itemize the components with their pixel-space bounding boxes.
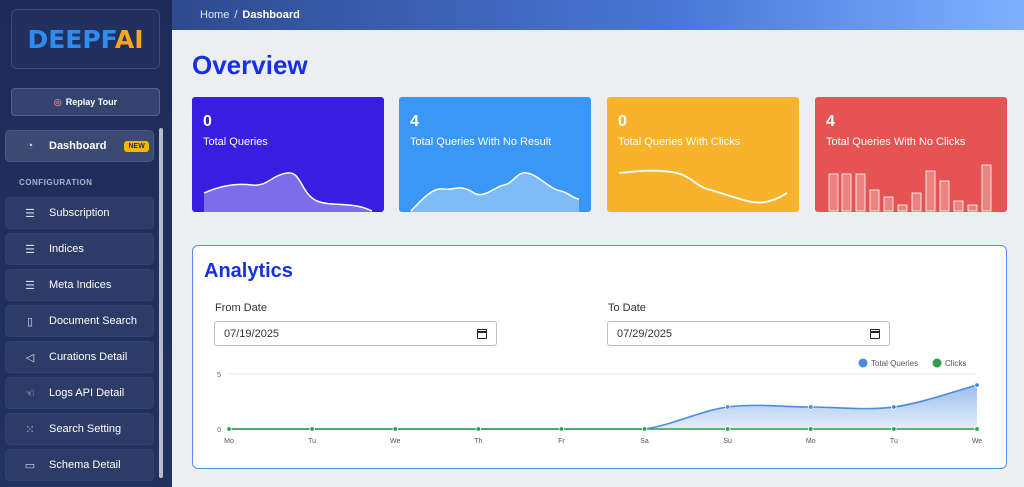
hand-pointer-icon: ☜ xyxy=(25,387,35,400)
sidebar-scrollbar[interactable] xyxy=(159,128,163,478)
new-badge: NEW xyxy=(124,140,149,152)
data-point-clicks xyxy=(226,426,232,432)
legend-marker xyxy=(932,358,942,368)
data-point-total-queries xyxy=(808,404,814,410)
sidebar-item-meta-indices[interactable]: ☰ Meta Indices xyxy=(5,269,154,301)
grid-dots-icon: ⁙ xyxy=(25,423,35,436)
sidebar-item-label: Meta Indices xyxy=(49,279,112,291)
stat-value: 4 xyxy=(826,113,835,130)
back-circle-icon: ◁ xyxy=(25,351,35,364)
sidebar-item-label: Subscription xyxy=(49,207,110,219)
sidebar-item-subscription[interactable]: ☰ Subscription xyxy=(5,197,154,229)
data-point-total-queries xyxy=(891,404,897,410)
x-tick-label: We xyxy=(390,438,400,445)
x-tick-label: Tu xyxy=(890,438,898,445)
list-icon: ☰ xyxy=(25,279,35,292)
sidebar-item-label: Dashboard xyxy=(49,140,107,152)
stat-label: Total Queries With No Clicks xyxy=(826,136,966,148)
x-tick-label: Th xyxy=(474,438,482,445)
list-icon: ☰ xyxy=(25,243,35,256)
stat-value: 0 xyxy=(618,113,627,130)
replay-tour-button[interactable]: ◎ Replay Tour xyxy=(11,88,160,116)
sidebar-item-search-setting[interactable]: ⁙ Search Setting xyxy=(5,413,154,445)
sidebar-item-document-search[interactable]: ▯ Document Search xyxy=(5,305,154,337)
document-icon: ▯ xyxy=(26,315,34,328)
sparkline xyxy=(410,172,580,212)
sidebar-item-label: Search Setting xyxy=(49,423,122,435)
top-bar: Home / Dashboard xyxy=(172,0,1024,30)
x-tick-label: Mo xyxy=(806,438,816,445)
data-point-clicks xyxy=(808,426,814,432)
stat-card-no-clicks: 4 Total Queries With No Clicks xyxy=(815,97,1007,212)
stat-label: Total Queries With Clicks xyxy=(618,136,741,148)
breadcrumb-current: Dashboard xyxy=(242,9,300,21)
logo-text-part1: DEEP xyxy=(27,24,101,54)
data-point-total-queries xyxy=(974,382,980,388)
x-tick-label: Tu xyxy=(308,438,316,445)
sidebar-item-label: Indices xyxy=(49,243,84,255)
data-point-clicks xyxy=(724,426,731,432)
target-icon: ◎ xyxy=(53,96,62,107)
stat-value: 4 xyxy=(410,113,419,130)
stat-card-with-clicks: 0 Total Queries With Clicks xyxy=(607,97,799,212)
sparkline xyxy=(618,169,788,204)
stat-card-total-queries: 0 Total Queries xyxy=(192,97,384,212)
x-tick-label: We xyxy=(972,438,982,445)
x-tick-label: Mo xyxy=(224,438,234,445)
monitor-icon: ▭ xyxy=(24,459,36,472)
sidebar: DEEPFAI ◎ Replay Tour ◔ Dashboard NEW CO… xyxy=(0,0,172,487)
data-point-clicks xyxy=(392,426,398,432)
stat-value: 0 xyxy=(203,113,212,130)
sparkline xyxy=(203,172,373,212)
legend-marker xyxy=(858,358,868,368)
stat-label: Total Queries With No Result xyxy=(410,136,552,148)
analytics-panel: Analytics From Date 07/19/2025 To Date 0… xyxy=(192,245,1007,469)
legend-label: Clicks xyxy=(945,359,966,368)
sparkline-bars xyxy=(828,164,992,212)
sidebar-item-label: Logs API Detail xyxy=(49,387,125,399)
x-tick-label: Fr xyxy=(558,438,565,445)
data-point-clicks xyxy=(974,426,980,432)
data-point-clicks xyxy=(309,426,315,432)
replay-tour-label: Replay Tour xyxy=(65,97,118,107)
breadcrumb: Home / Dashboard xyxy=(200,9,300,21)
x-tick-label: Su xyxy=(723,438,732,445)
data-point-clicks xyxy=(558,426,565,432)
y-tick-label: 5 xyxy=(217,372,221,379)
sidebar-item-label: Curations Detail xyxy=(49,351,128,363)
data-point-clicks xyxy=(641,426,648,432)
analytics-chart: 50Mo Tu We Th Fr Sa Su Mo Tu WeTotal Queries Click… xyxy=(217,358,982,445)
data-point-clicks xyxy=(475,426,482,432)
legend-label: Total Queries xyxy=(871,359,918,368)
breadcrumb-home[interactable]: Home xyxy=(200,9,229,21)
gauge-icon: ◔ xyxy=(26,140,34,152)
sidebar-item-label: Document Search xyxy=(49,315,138,327)
sidebar-item-dashboard[interactable]: ◔ Dashboard NEW xyxy=(5,130,154,162)
section-label-configuration: CONFIGURATION xyxy=(19,178,93,187)
y-tick-label: 0 xyxy=(217,427,221,434)
list-icon: ☰ xyxy=(25,207,35,220)
logo-text-part3: AI xyxy=(114,24,144,54)
sidebar-item-schema-detail[interactable]: ▭ Schema Detail xyxy=(5,449,154,481)
data-point-clicks xyxy=(891,426,897,432)
breadcrumb-separator: / xyxy=(234,9,238,21)
page-title: Overview xyxy=(192,50,308,80)
data-point-total-queries xyxy=(724,404,731,410)
x-tick-label: Sa xyxy=(640,438,649,445)
sidebar-item-label: Schema Detail xyxy=(49,459,121,471)
logo[interactable]: DEEPFAI xyxy=(11,9,160,69)
logo-text-part2: F xyxy=(100,24,115,54)
sidebar-item-indices[interactable]: ☰ Indices xyxy=(5,233,154,265)
sidebar-item-curations-detail[interactable]: ◁ Curations Detail xyxy=(5,341,154,373)
stat-card-no-result: 4 Total Queries With No Result xyxy=(399,97,591,212)
sidebar-item-logs-api-detail[interactable]: ☜ Logs API Detail xyxy=(5,377,154,409)
series-area-total-queries xyxy=(229,385,977,429)
stat-label: Total Queries xyxy=(203,136,268,148)
